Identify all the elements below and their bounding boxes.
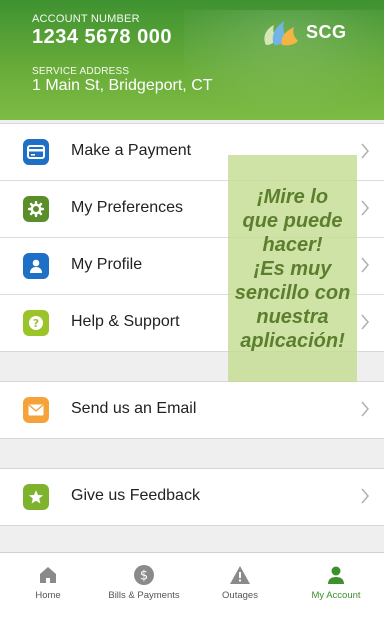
bottom-tab-bar: Home $ Bills & Payments Outages My Accou… xyxy=(0,552,384,613)
send-email-item[interactable]: Send us an Email xyxy=(0,382,384,438)
my-profile-item[interactable]: My Profile xyxy=(0,238,384,295)
home-icon xyxy=(40,567,56,583)
svg-text:$: $ xyxy=(140,569,148,584)
bottom-safe-area xyxy=(0,612,384,620)
help-support-label: Help & Support xyxy=(71,313,180,330)
credit-card-icon xyxy=(23,139,49,165)
warning-icon xyxy=(230,566,250,584)
logo-text: SCG xyxy=(306,21,347,42)
person-icon xyxy=(328,566,344,584)
make-payment-item[interactable]: Make a Payment xyxy=(0,124,384,181)
account-number-label: ACCOUNT NUMBER xyxy=(32,13,140,25)
make-payment-label: Make a Payment xyxy=(71,142,192,159)
tab-outages-label: Outages xyxy=(222,590,258,601)
tab-my-account-label: My Account xyxy=(311,590,361,601)
service-address-label: SERVICE ADDRESS xyxy=(32,66,130,77)
tab-my-account[interactable]: My Account xyxy=(288,553,384,613)
chevron-right-icon xyxy=(361,314,369,330)
account-number: 1234 5678 000 xyxy=(32,26,172,48)
give-feedback-item[interactable]: Give us Feedback xyxy=(0,469,384,525)
account-menu: Make a Payment My Preferences My Profile xyxy=(0,123,384,526)
tab-home-label: Home xyxy=(35,590,61,601)
tab-bills-label: Bills & Payments xyxy=(108,590,180,601)
menu-group-feedback: Give us Feedback xyxy=(0,468,384,526)
send-email-label: Send us an Email xyxy=(71,400,197,417)
section-spacer xyxy=(0,439,384,468)
give-feedback-label: Give us Feedback xyxy=(71,487,200,504)
chevron-right-icon xyxy=(361,488,369,504)
menu-group-account: Make a Payment My Preferences My Profile xyxy=(0,123,384,352)
service-address: 1 Main St, Bridgeport, CT xyxy=(32,77,213,94)
tab-home[interactable]: Home xyxy=(0,553,96,613)
chevron-right-icon xyxy=(361,200,369,216)
star-icon xyxy=(23,484,49,510)
menu-group-email: Send us an Email xyxy=(0,381,384,439)
scg-logo: SCG xyxy=(260,16,347,48)
gear-icon xyxy=(23,196,49,222)
my-preferences-label: My Preferences xyxy=(71,199,184,216)
chevron-right-icon xyxy=(361,143,369,159)
svg-text:?: ? xyxy=(33,317,39,330)
person-icon xyxy=(23,253,49,279)
question-icon: ? xyxy=(23,310,49,336)
tab-bills-payments[interactable]: $ Bills & Payments xyxy=(96,553,192,613)
help-support-item[interactable]: ? Help & Support xyxy=(0,295,384,351)
chevron-right-icon xyxy=(361,257,369,273)
tab-outages[interactable]: Outages xyxy=(192,553,288,613)
account-header: ACCOUNT NUMBER 1234 5678 000 SERVICE ADD… xyxy=(0,0,384,120)
dollar-icon: $ xyxy=(134,565,154,585)
envelope-icon xyxy=(23,397,49,423)
chevron-right-icon xyxy=(361,401,369,417)
section-spacer xyxy=(0,352,384,381)
flame-logo-icon xyxy=(264,21,298,46)
app: ACCOUNT NUMBER 1234 5678 000 SERVICE ADD… xyxy=(0,0,384,620)
my-profile-label: My Profile xyxy=(71,256,143,273)
my-preferences-item[interactable]: My Preferences xyxy=(0,181,384,238)
